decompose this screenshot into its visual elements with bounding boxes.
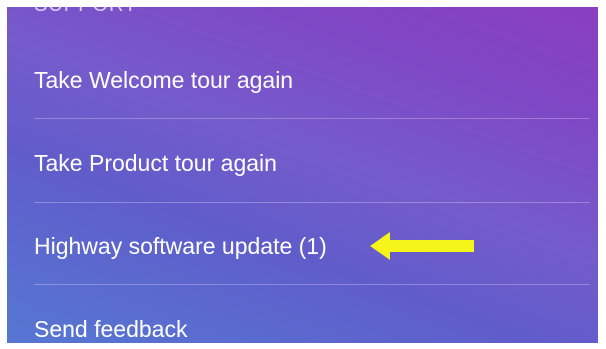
menu-item-software-update[interactable]: Highway software update (1): [34, 216, 598, 276]
divider: [34, 202, 590, 203]
menu-item-send-feedback[interactable]: Send feedback: [34, 299, 598, 343]
arrow-left-icon: [370, 232, 474, 260]
menu-item-label: Send feedback: [34, 315, 188, 342]
menu-item-label: Take Product tour again: [34, 149, 277, 176]
settings-screen: SUPPORT Take Welcome tour again Take Pro…: [7, 7, 598, 343]
section-header-support: SUPPORT: [34, 7, 137, 17]
arrow-shape: [370, 232, 474, 260]
menu-item-label: Highway software update (1): [34, 232, 327, 259]
divider: [34, 284, 590, 285]
menu-item-label: Take Welcome tour again: [34, 66, 294, 93]
menu-item-product-tour[interactable]: Take Product tour again: [34, 133, 598, 193]
divider: [34, 118, 590, 119]
menu-item-welcome-tour[interactable]: Take Welcome tour again: [34, 50, 598, 110]
